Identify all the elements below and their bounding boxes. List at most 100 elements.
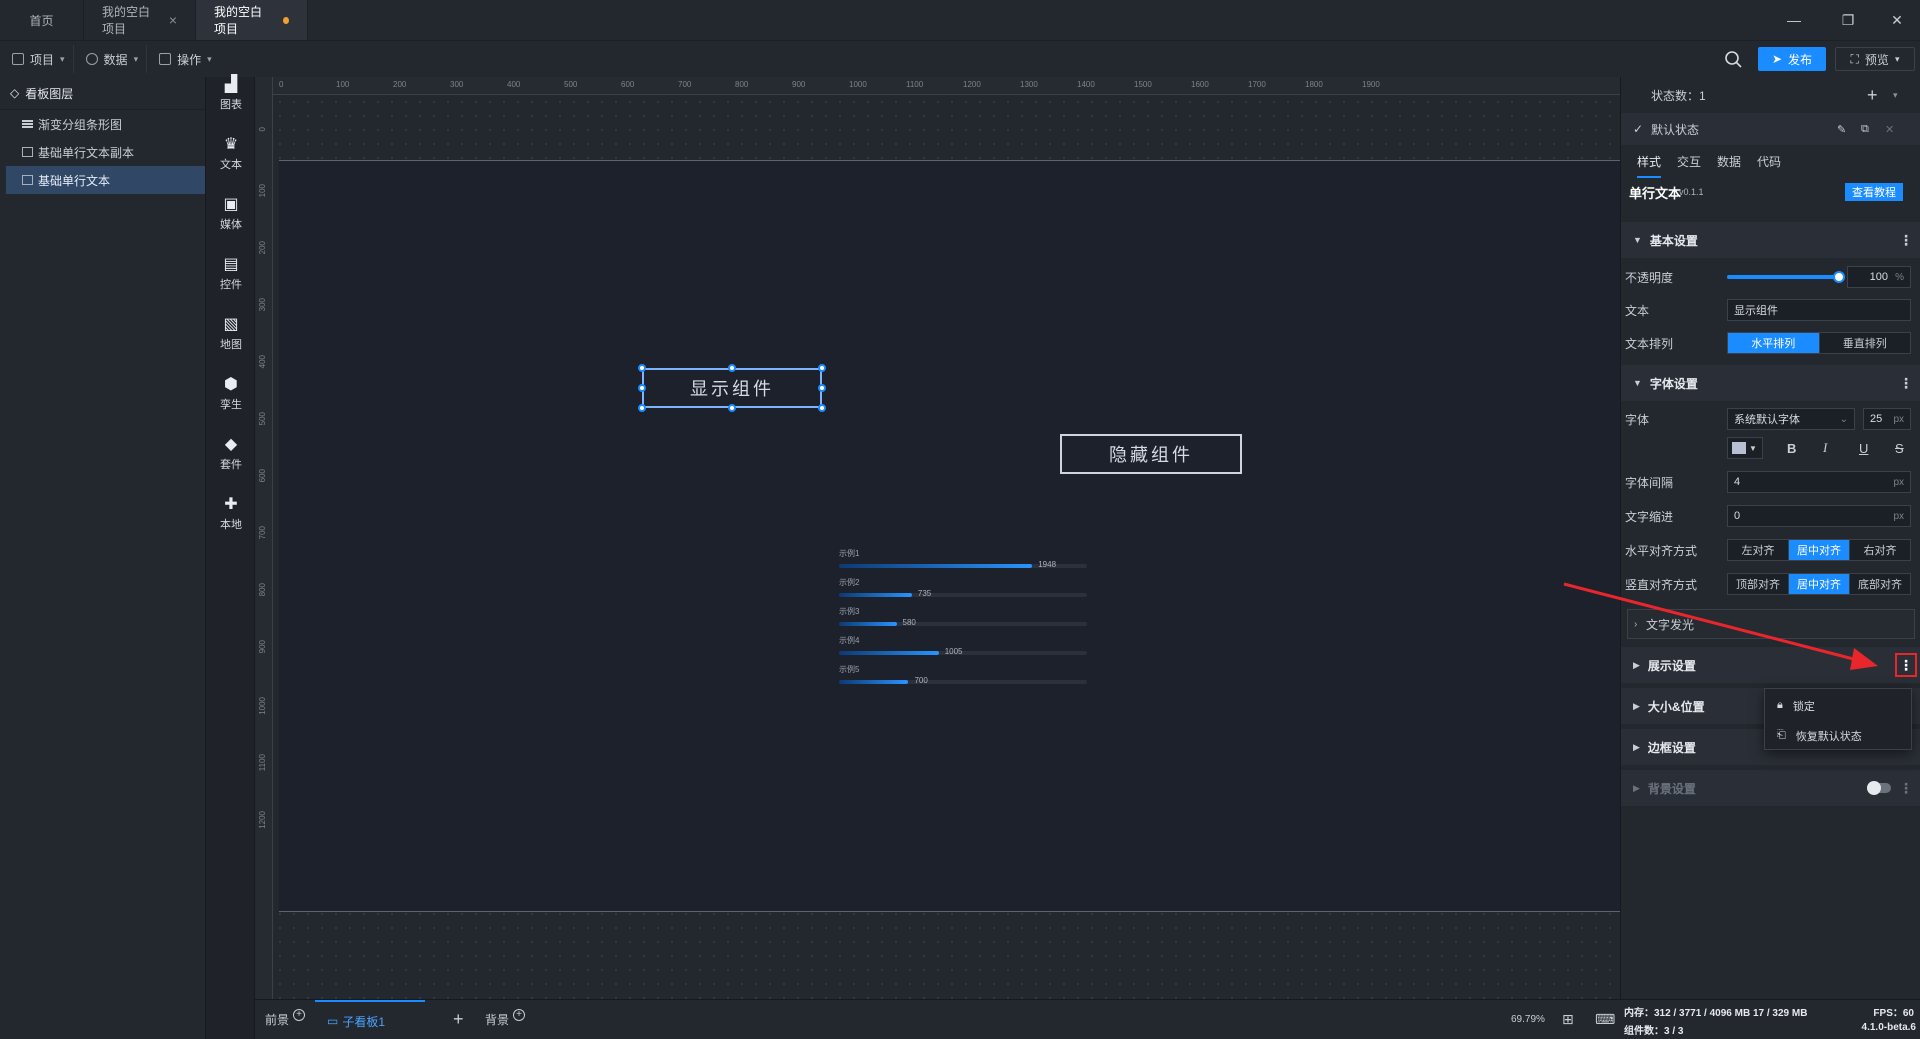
font-size-input[interactable]: 25 px (1863, 408, 1911, 430)
opacity-slider-knob[interactable] (1833, 271, 1845, 283)
ruler-tick-label: 400 (258, 355, 267, 369)
more-icon[interactable]: ⋮ (1895, 653, 1917, 677)
front-layer-button[interactable]: 前景 + (265, 1008, 306, 1028)
bold-icon[interactable]: B (1787, 441, 1796, 456)
show-component-widget[interactable]: 显示组件 (642, 368, 822, 408)
resize-handle[interactable] (818, 384, 826, 392)
text-glow-row[interactable]: › 文字发光 (1627, 609, 1915, 639)
comp-map[interactable]: ▧ 地图 (206, 309, 256, 359)
indent-input[interactable]: 0 px (1727, 505, 1911, 527)
copy-icon[interactable]: ⧉ (1861, 123, 1869, 136)
delete-icon[interactable]: ✕ (1885, 123, 1894, 136)
resize-handle[interactable] (638, 364, 646, 372)
align-top-option[interactable]: 顶部对齐 (1728, 574, 1789, 594)
tab-project[interactable]: 我的空白项目 × (84, 0, 196, 40)
tab-code[interactable]: 代码 (1757, 153, 1781, 170)
background-toggle[interactable] (1867, 781, 1891, 795)
zoom-level[interactable]: 69.79% (1511, 1014, 1545, 1025)
add-state-icon[interactable]: + (1867, 85, 1878, 106)
tab-project-active[interactable]: 我的空白项目 (196, 0, 308, 40)
ruler-tick-label: 500 (258, 412, 267, 426)
minimize-icon[interactable]: — (1767, 0, 1821, 40)
tab-style[interactable]: 样式 (1637, 153, 1662, 178)
text-row: 文本 显示组件 (1621, 294, 1920, 326)
opacity-slider-track[interactable] (1727, 271, 1845, 283)
opacity-input[interactable]: 100% (1847, 266, 1911, 288)
comp-local[interactable]: ✚ 本地 (206, 489, 256, 539)
underline-icon[interactable]: U (1859, 441, 1868, 456)
section-font[interactable]: ▼ 字体设置 ⋮ (1621, 365, 1920, 401)
chevron-down-icon[interactable]: ▾ (1893, 90, 1898, 101)
comp-control[interactable]: ▤ 控件 (206, 249, 256, 299)
grid-icon (159, 53, 172, 65)
resize-handle[interactable] (638, 404, 646, 412)
menu-item-lock[interactable]: 🔒︎ 锁定 (1765, 692, 1911, 719)
spacing-input[interactable]: 4 px (1727, 471, 1911, 493)
menu-project[interactable]: 项目 ▾ (4, 45, 74, 73)
resize-handle[interactable] (818, 404, 826, 412)
tab-interaction[interactable]: 交互 (1677, 153, 1701, 170)
more-icon[interactable]: ⋮ (1899, 780, 1913, 797)
tutorial-button[interactable]: 查看教程 (1845, 183, 1903, 201)
window-close-icon[interactable]: ✕ (1870, 0, 1920, 40)
search-icon[interactable] (1722, 48, 1744, 70)
comp-twin[interactable]: ⬢ 孪生 (206, 369, 256, 419)
section-display[interactable]: ▶ 展示设置 ⋮ (1621, 647, 1920, 683)
layer-item-selected[interactable]: 基础单行文本 (6, 166, 205, 194)
chevron-right-icon: › (1634, 618, 1638, 630)
add-board-icon[interactable]: + (453, 1009, 464, 1030)
gradient-bar-chart[interactable]: 示例1 1948 示例2 735 示例3 580 示例4 1005 示例5 700 (839, 548, 1099, 698)
keyboard-icon[interactable]: ⌨ (1595, 1011, 1615, 1028)
font-color-picker[interactable]: ▼ (1727, 437, 1763, 459)
menu-item-restore[interactable]: ⎗ 恢复默认状态 (1765, 722, 1911, 749)
toggle-knob (1867, 781, 1881, 795)
more-icon[interactable]: ⋮ (1899, 232, 1913, 249)
section-background[interactable]: ▶ 背景设置 ⋮ (1621, 770, 1920, 806)
restore-icon[interactable]: ❐ (1821, 0, 1875, 40)
tab-sub-board[interactable]: ▭ 子看板1 (315, 1000, 425, 1039)
arrange-vertical-option[interactable]: 垂直排列 (1819, 333, 1910, 353)
tab-data[interactable]: 数据 (1717, 153, 1741, 170)
resize-handle[interactable] (638, 384, 646, 392)
add-circle-icon[interactable]: + (513, 1008, 526, 1021)
resize-handle[interactable] (728, 364, 736, 372)
caret-right-icon: ▶ (1633, 700, 1640, 711)
fit-screen-icon[interactable]: ⊞ (1562, 1011, 1574, 1028)
align-center-option[interactable]: 居中对齐 (1789, 540, 1850, 560)
background-layer-button[interactable]: 背景 + (485, 1008, 526, 1028)
strikethrough-icon[interactable]: S (1895, 441, 1904, 456)
layer-item[interactable]: 基础单行文本副本 (0, 138, 205, 166)
text-input[interactable]: 显示组件 (1727, 299, 1911, 321)
opacity-label: 不透明度 (1625, 270, 1674, 285)
comp-chart[interactable]: ▟ 图表 (206, 69, 256, 119)
align-bottom-option[interactable]: 底部对齐 (1850, 574, 1910, 594)
default-state-row[interactable]: ✓ 默认状态 ✎ ⧉ ✕ (1621, 113, 1920, 145)
artboard[interactable]: 显示组件 隐藏组件 示例1 1948 示例2 735 示例3 580 示例4 1005 示例5 7… (279, 160, 1620, 912)
italic-icon[interactable]: I (1823, 440, 1827, 456)
canvas-area[interactable]: 显示组件 隐藏组件 示例1 1948 示例2 735 示例3 580 示例4 1005 示例5 7… (255, 77, 1620, 999)
align-right-option[interactable]: 右对齐 (1850, 540, 1910, 560)
align-left-option[interactable]: 左对齐 (1728, 540, 1789, 560)
section-basic[interactable]: ▼ 基本设置 ⋮ (1621, 222, 1920, 258)
hide-component-widget[interactable]: 隐藏组件 (1060, 434, 1242, 474)
publish-button[interactable]: ➤ 发布 (1758, 47, 1826, 71)
arrange-horizontal-option[interactable]: 水平排列 (1728, 333, 1820, 353)
menu-data[interactable]: 数据 ▾ (78, 45, 148, 73)
comp-text[interactable]: ♛ 文本 (206, 129, 256, 179)
more-icon[interactable]: ⋮ (1899, 375, 1913, 392)
chart-category-label: 示例1 (839, 549, 860, 558)
tab-home[interactable]: 首页 (0, 0, 84, 40)
edit-icon[interactable]: ✎ (1837, 123, 1846, 136)
comp-kit[interactable]: ◆ 套件 (206, 429, 256, 479)
ruler-tick-label: 600 (621, 80, 635, 89)
resize-handle[interactable] (728, 404, 736, 412)
preview-button[interactable]: ⛶ 预览 ▾ (1835, 47, 1915, 71)
align-middle-option[interactable]: 居中对齐 (1789, 574, 1850, 594)
add-circle-icon[interactable]: + (293, 1008, 306, 1021)
text-box-icon (22, 147, 33, 157)
layer-item[interactable]: 渐变分组条形图 (0, 110, 205, 138)
close-icon[interactable]: × (169, 12, 177, 28)
comp-media[interactable]: ▣ 媒体 (206, 189, 256, 239)
resize-handle[interactable] (818, 364, 826, 372)
font-select[interactable]: 系统默认字体 ⌄ (1727, 408, 1855, 430)
